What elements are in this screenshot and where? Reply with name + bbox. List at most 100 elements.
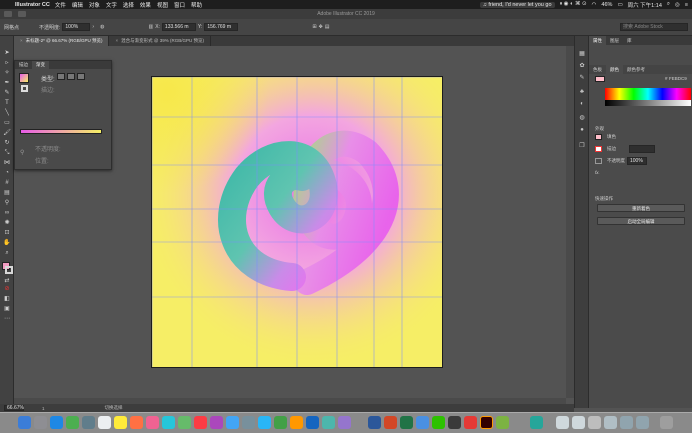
pages-icon[interactable] [290, 416, 303, 429]
opacity-field[interactable]: 100% [62, 23, 91, 31]
tab-properties[interactable]: 属性 [589, 36, 606, 45]
artboard-tool-icon[interactable]: ⊡ [3, 230, 11, 237]
gradient-tool-icon[interactable]: ▤ [3, 190, 11, 197]
trash-icon[interactable] [660, 416, 673, 429]
brush-tool-icon[interactable]: 🖌 [3, 130, 11, 137]
doc-tab[interactable]: × 混合与渐变形式 @ 39% (RGB/GPU 预览) [109, 36, 211, 46]
libraries-icon[interactable]: ✿ [578, 62, 586, 70]
photos-icon[interactable] [146, 416, 159, 429]
close-icon[interactable]: × [115, 38, 118, 43]
width-tool-icon[interactable]: ⋈ [3, 160, 11, 167]
more-tools-icon[interactable]: ⋯ [3, 316, 11, 323]
zoom-tool-icon[interactable]: ⌕ [3, 250, 11, 257]
illustrator-icon[interactable] [480, 416, 493, 429]
numbers-icon[interactable] [274, 416, 287, 429]
reminders-icon[interactable] [130, 416, 143, 429]
workspace-icon[interactable] [18, 11, 26, 17]
document-icon[interactable] [604, 416, 617, 429]
close-icon[interactable]: × [20, 38, 23, 43]
transform-icon[interactable]: ⊞ [312, 24, 316, 30]
tab-color-guide[interactable]: 颜色参考 [623, 65, 649, 74]
stroke-swatch[interactable] [595, 146, 602, 152]
app-icon[interactable] [322, 416, 335, 429]
vertical-scrollbar[interactable] [566, 46, 574, 398]
messages-icon[interactable] [66, 416, 79, 429]
document-icon[interactable] [588, 416, 601, 429]
wifi-icon[interactable]: ◠ [592, 2, 597, 8]
clock[interactable]: 周六 下午1:14 [628, 1, 662, 9]
contacts-icon[interactable] [82, 416, 95, 429]
podcasts-icon[interactable] [210, 416, 223, 429]
tab-libraries[interactable]: 库 [623, 36, 636, 45]
menu-help[interactable]: 帮助 [191, 1, 202, 9]
status-icons[interactable]: ⏸ ◉ ◐ ⌘ ⊙ [560, 1, 587, 8]
x-field[interactable]: 133.566 m [161, 23, 196, 31]
tab-stroke[interactable]: 描边 [15, 61, 32, 69]
stroke-swatch[interactable] [5, 266, 13, 274]
hand-tool-icon[interactable]: ✋ [3, 240, 11, 247]
global-edit-button[interactable]: 启动全局编辑 [597, 217, 685, 225]
appstore-icon[interactable] [226, 416, 239, 429]
rectangle-tool-icon[interactable]: ▭ [3, 120, 11, 127]
menu-window[interactable]: 窗口 [174, 1, 185, 9]
menu-file[interactable]: 文件 [55, 1, 66, 9]
keynote-icon[interactable] [258, 416, 271, 429]
blend-tool-icon[interactable]: ∞ [3, 210, 11, 217]
magic-wand-icon[interactable]: ✧ [3, 70, 11, 77]
siri-icon[interactable]: ◎ [675, 2, 680, 8]
direct-selection-tool-icon[interactable]: ▹ [3, 60, 11, 67]
layers-icon[interactable]: ❐ [578, 142, 586, 150]
netease-music-icon[interactable] [464, 416, 477, 429]
qq-icon[interactable] [306, 416, 319, 429]
color-spectrum[interactable] [605, 88, 691, 100]
app-icon[interactable] [530, 416, 543, 429]
fx-button[interactable]: fx. [595, 170, 600, 175]
downloads-icon[interactable] [636, 416, 649, 429]
launchpad-icon[interactable] [34, 416, 47, 429]
wechat-icon[interactable] [432, 416, 445, 429]
safari-icon[interactable] [50, 416, 63, 429]
page-field[interactable]: 1 [42, 406, 45, 411]
tab-swatches[interactable]: 色板 [589, 65, 606, 74]
grayscale-ramp[interactable] [605, 100, 691, 106]
home-icon[interactable] [4, 11, 12, 17]
linear-gradient-button[interactable] [57, 73, 65, 80]
artboard[interactable] [151, 76, 443, 368]
tab-layers[interactable]: 图层 [606, 36, 623, 45]
arrange-icon[interactable]: ▤ [325, 24, 330, 30]
chevron-down-icon[interactable]: › [92, 24, 94, 30]
qq-browser-icon[interactable] [416, 416, 429, 429]
properties-icon[interactable]: ▦ [578, 50, 586, 58]
app-icon[interactable] [496, 416, 509, 429]
symbol-sprayer-icon[interactable]: ✺ [3, 220, 11, 227]
app-menu[interactable]: Illustrator CC [15, 2, 50, 8]
y-field[interactable]: 156.769 m [204, 23, 239, 31]
menu-type[interactable]: 文字 [106, 1, 117, 9]
gradient-thumbnail[interactable] [19, 73, 29, 83]
menu-edit[interactable]: 编辑 [72, 1, 83, 9]
tab-gradient[interactable]: 渐变 [32, 61, 49, 69]
calendar-icon[interactable] [98, 416, 111, 429]
doc-tab-active[interactable]: × 未标题-2* @ 66.67% (RGB/GPU 预览) [14, 36, 110, 46]
preview-icon[interactable] [556, 416, 569, 429]
document-icon[interactable] [572, 416, 585, 429]
document-icon[interactable] [620, 416, 633, 429]
type-tool-icon[interactable]: T [3, 100, 11, 107]
powerpoint-icon[interactable] [384, 416, 397, 429]
music-icon[interactable] [194, 416, 207, 429]
menu-effect[interactable]: 效果 [140, 1, 151, 9]
rotate-tool-icon[interactable]: ↻ [3, 140, 11, 147]
gradient-slider[interactable] [20, 129, 102, 134]
radial-gradient-button[interactable] [67, 73, 75, 80]
none-color-icon[interactable]: ⊘ [3, 286, 11, 293]
appearance-icon[interactable]: ● [578, 126, 586, 134]
freeform-gradient-button[interactable] [77, 73, 85, 80]
scale-tool-icon[interactable]: ⤡ [3, 150, 11, 157]
draw-mode-icon[interactable]: ◧ [3, 296, 11, 303]
recolor-button[interactable]: 重新着色 [597, 204, 685, 212]
align-icon[interactable]: ▥ [148, 24, 153, 30]
notes-icon[interactable] [114, 416, 127, 429]
swap-colors-icon[interactable]: ⇄ [3, 278, 11, 285]
opacity-field[interactable]: 100% [627, 157, 647, 165]
menu-select[interactable]: 选择 [123, 1, 134, 9]
